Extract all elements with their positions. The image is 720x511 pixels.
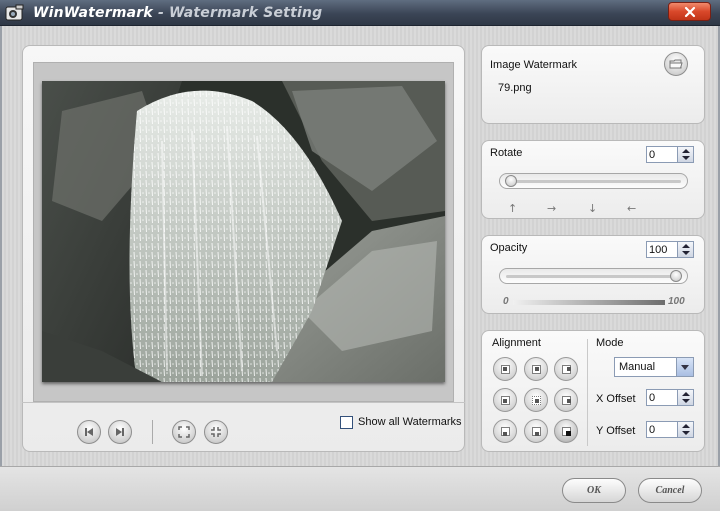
align-top-left-button[interactable]	[493, 357, 517, 381]
x-offset-value: 0	[649, 392, 656, 404]
folder-icon	[669, 59, 683, 69]
preview-image	[42, 81, 445, 382]
show-all-watermarks-label: Show all Watermarks	[358, 416, 462, 428]
opacity-spinbox[interactable]: 100	[646, 241, 694, 258]
first-icon	[85, 428, 93, 436]
opacity-slider-thumb[interactable]	[670, 270, 682, 282]
toolbar-divider	[152, 420, 153, 444]
first-button[interactable]	[77, 420, 101, 444]
x-offset-label: X Offset	[596, 393, 636, 405]
x-offset-spin-arrows[interactable]	[677, 390, 693, 405]
fit-view-icon	[178, 426, 190, 438]
rotate-left-icon[interactable]: ←	[627, 202, 636, 215]
opacity-scale-min: 0	[503, 296, 509, 307]
y-offset-spin-arrows[interactable]	[677, 422, 693, 437]
title-bar: WinWatermark - Watermark Setting	[0, 0, 720, 26]
ok-button[interactable]: OK	[562, 478, 626, 503]
chevron-down-icon[interactable]	[676, 358, 693, 376]
cancel-button[interactable]: Cancel	[638, 478, 702, 503]
y-offset-label: Y Offset	[596, 425, 636, 437]
alignment-label: Alignment	[492, 337, 541, 349]
alignment-separator	[587, 339, 588, 446]
y-offset-spinbox[interactable]: 0	[646, 421, 694, 438]
rotate-right-icon[interactable]: →	[547, 202, 556, 215]
mode-label: Mode	[596, 337, 624, 349]
align-center-button[interactable]	[524, 388, 548, 412]
opacity-spin-arrows[interactable]	[677, 242, 693, 257]
opacity-scale-max: 100	[668, 296, 685, 307]
mode-selected-value: Manual	[619, 361, 656, 373]
last-icon	[116, 428, 124, 436]
window-title: WinWatermark - Watermark Setting	[33, 5, 322, 21]
align-bottom-center-button[interactable]	[524, 419, 548, 443]
close-icon	[684, 6, 695, 17]
show-all-watermarks-checkbox[interactable]	[340, 416, 353, 429]
image-watermark-label: Image Watermark	[490, 59, 578, 71]
window-subtitle: - Watermark Setting	[152, 5, 323, 21]
actual-size-button[interactable]	[204, 420, 228, 444]
align-bottom-left-button[interactable]	[493, 419, 517, 443]
opacity-slider[interactable]	[499, 268, 688, 284]
rotate-spinbox[interactable]: 0	[646, 146, 694, 163]
waterfall-photo	[42, 81, 445, 382]
align-top-center-button[interactable]	[524, 357, 548, 381]
x-offset-spinbox[interactable]: 0	[646, 389, 694, 406]
actual-size-icon	[211, 427, 221, 437]
rotate-slider-thumb[interactable]	[505, 175, 517, 187]
rotate-spin-arrows[interactable]	[677, 147, 693, 162]
app-icon	[5, 4, 24, 21]
rotate-down-icon[interactable]: ↓	[588, 202, 597, 215]
y-offset-value: 0	[649, 424, 656, 436]
rotate-value: 0	[649, 149, 656, 161]
align-top-right-button[interactable]	[554, 357, 578, 381]
image-filename: 79.png	[498, 82, 532, 94]
last-button[interactable]	[108, 420, 132, 444]
close-button[interactable]	[668, 2, 711, 21]
align-bottom-right-button[interactable]	[554, 419, 578, 443]
rotate-slider[interactable]	[499, 173, 688, 189]
opacity-scale-bar	[513, 300, 665, 305]
align-middle-right-button[interactable]	[554, 388, 578, 412]
mode-select[interactable]: Manual	[614, 357, 694, 377]
app-name: WinWatermark	[33, 5, 153, 21]
opacity-label: Opacity	[490, 242, 528, 254]
opacity-value: 100	[649, 244, 668, 256]
fit-view-button[interactable]	[172, 420, 196, 444]
rotate-label: Rotate	[490, 147, 523, 159]
browse-button[interactable]	[664, 52, 688, 76]
rotate-up-icon[interactable]: ↑	[508, 202, 517, 215]
align-middle-left-button[interactable]	[493, 388, 517, 412]
